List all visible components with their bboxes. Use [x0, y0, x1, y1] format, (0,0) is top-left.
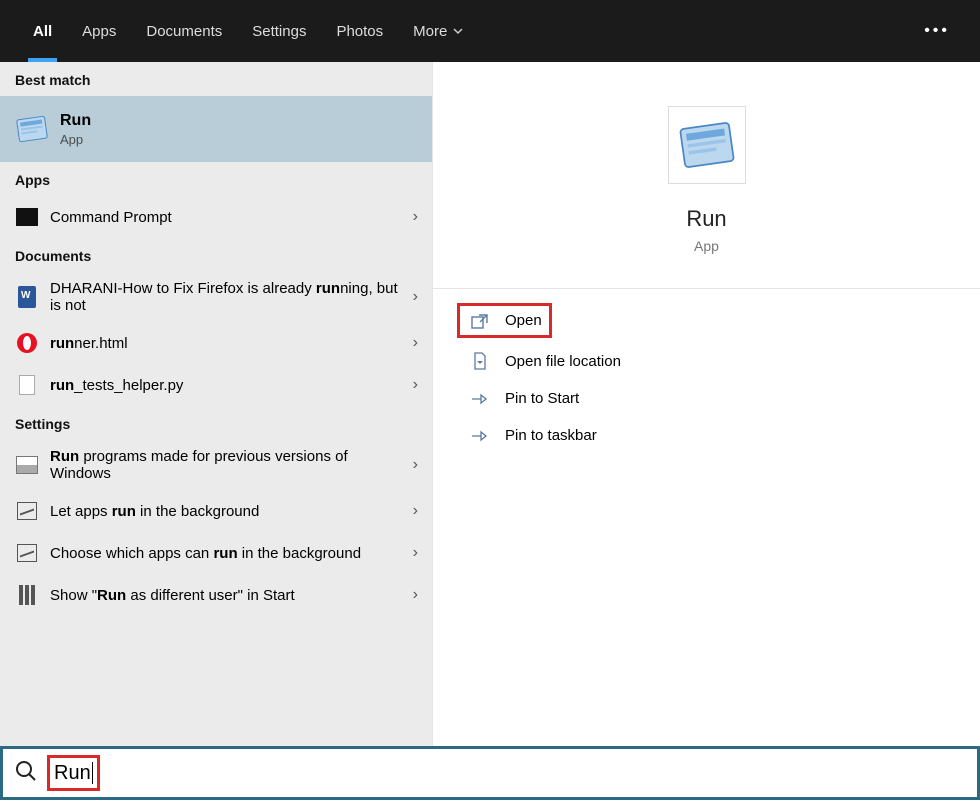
- open-icon: [467, 313, 493, 329]
- tab-photos-label: Photos: [336, 23, 383, 40]
- tab-settings[interactable]: Settings: [237, 0, 321, 62]
- chevron-right-icon: ›: [413, 288, 418, 306]
- setting-result[interactable]: Choose which apps can run in the backgro…: [0, 532, 432, 574]
- preview-panel: Run App Open Open file location: [433, 62, 980, 772]
- run-app-icon: [14, 111, 50, 147]
- activity-icon: [14, 540, 40, 566]
- tab-photos[interactable]: Photos: [321, 0, 398, 62]
- pin-icon: [467, 392, 493, 406]
- tab-more[interactable]: More: [398, 0, 479, 62]
- open-file-location-action[interactable]: Open file location: [457, 342, 956, 380]
- setting-result[interactable]: Show "Run as different user" in Start ›: [0, 574, 432, 616]
- command-prompt-icon: [14, 204, 40, 230]
- setting-label: Show "Run as different user" in Start: [50, 587, 413, 604]
- app-result-command-prompt[interactable]: Command Prompt ›: [0, 196, 432, 238]
- tab-apps-label: Apps: [82, 23, 116, 40]
- chevron-right-icon: ›: [413, 544, 418, 562]
- more-options-button[interactable]: •••: [924, 22, 950, 40]
- tab-list: All Apps Documents Settings Photos More: [18, 0, 479, 62]
- chevron-right-icon: ›: [413, 502, 418, 520]
- search-value: Run: [54, 758, 91, 788]
- best-match-header: Best match: [0, 62, 432, 96]
- opera-icon: [14, 330, 40, 356]
- chevron-right-icon: ›: [413, 334, 418, 352]
- word-doc-icon: [14, 284, 40, 310]
- open-label: Open: [505, 312, 542, 329]
- pin-to-taskbar-action[interactable]: Pin to taskbar: [457, 417, 956, 454]
- setting-result[interactable]: Run programs made for previous versions …: [0, 440, 432, 490]
- tools-icon: [14, 582, 40, 608]
- search-input[interactable]: Run: [47, 755, 100, 791]
- chevron-down-icon: [452, 25, 464, 37]
- app-result-label: Command Prompt: [50, 209, 413, 226]
- document-result[interactable]: DHARANI-How to Fix Firefox is already ru…: [0, 272, 432, 322]
- tab-all[interactable]: All: [18, 0, 67, 62]
- tab-documents-label: Documents: [146, 23, 222, 40]
- file-icon: [14, 372, 40, 398]
- tab-apps[interactable]: Apps: [67, 0, 131, 62]
- search-bar[interactable]: Run: [0, 746, 980, 800]
- tab-more-label: More: [413, 23, 447, 40]
- open-file-location-label: Open file location: [505, 353, 621, 370]
- best-match-result[interactable]: Run App: [0, 96, 432, 162]
- chevron-right-icon: ›: [413, 456, 418, 474]
- apps-header: Apps: [0, 162, 432, 196]
- chevron-right-icon: ›: [413, 586, 418, 604]
- best-match-title: Run: [60, 112, 91, 130]
- setting-label: Run programs made for previous versions …: [50, 448, 413, 482]
- open-action[interactable]: Open: [457, 303, 552, 338]
- document-label: run_tests_helper.py: [50, 377, 413, 394]
- document-result[interactable]: run_tests_helper.py ›: [0, 364, 432, 406]
- pin-icon: [467, 429, 493, 443]
- preview-title: Run: [433, 206, 980, 232]
- pin-to-taskbar-label: Pin to taskbar: [505, 427, 597, 444]
- document-label: runner.html: [50, 335, 413, 352]
- setting-label: Choose which apps can run in the backgro…: [50, 545, 413, 562]
- tab-documents[interactable]: Documents: [131, 0, 237, 62]
- best-match-subtitle: App: [60, 132, 91, 147]
- tab-settings-label: Settings: [252, 23, 306, 40]
- pin-to-start-label: Pin to Start: [505, 390, 579, 407]
- preview-subtitle: App: [433, 238, 980, 254]
- activity-icon: [14, 498, 40, 524]
- top-navigation: All Apps Documents Settings Photos More …: [0, 0, 980, 62]
- search-icon: [15, 760, 37, 787]
- chevron-right-icon: ›: [413, 376, 418, 394]
- documents-header: Documents: [0, 238, 432, 272]
- setting-label: Let apps run in the background: [50, 503, 413, 520]
- results-panel: Best match Run App Apps Command Prompt ›…: [0, 62, 433, 772]
- document-label: DHARANI-How to Fix Firefox is already ru…: [50, 280, 413, 314]
- folder-icon: [467, 352, 493, 370]
- chevron-right-icon: ›: [413, 208, 418, 226]
- setting-result[interactable]: Let apps run in the background ›: [0, 490, 432, 532]
- tab-all-label: All: [33, 23, 52, 40]
- text-cursor: [92, 762, 93, 784]
- divider: [433, 288, 980, 289]
- preview-app-icon: [668, 106, 746, 184]
- settings-header: Settings: [0, 406, 432, 440]
- compat-icon: [14, 452, 40, 478]
- pin-to-start-action[interactable]: Pin to Start: [457, 380, 956, 417]
- document-result[interactable]: runner.html ›: [0, 322, 432, 364]
